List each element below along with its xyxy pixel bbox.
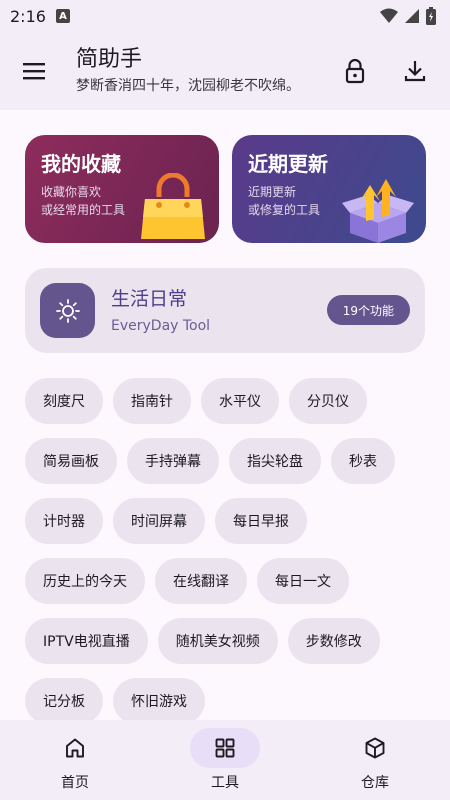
tool-chip[interactable]: 指南针 bbox=[113, 378, 191, 424]
tool-chip[interactable]: 计时器 bbox=[25, 498, 103, 544]
tool-chip[interactable]: 随机美女视频 bbox=[157, 618, 278, 664]
nav-repository[interactable]: 仓库 bbox=[300, 720, 450, 800]
nav-home-label: 首页 bbox=[61, 775, 89, 791]
tool-chip[interactable]: 在线翻译 bbox=[155, 558, 247, 604]
tool-chip[interactable]: IPTV电视直播 bbox=[25, 618, 148, 664]
tool-chip[interactable]: 怀旧游戏 bbox=[113, 678, 205, 724]
tool-chip[interactable]: 时间屏幕 bbox=[113, 498, 205, 544]
tool-chip-list: 刻度尺 指南针 水平仪 分贝仪 简易画板 手持弹幕 指尖轮盘 秒表 计时器 时间… bbox=[25, 378, 435, 724]
battery-icon bbox=[426, 7, 436, 25]
feature-count-badge: 19个功能 bbox=[326, 295, 410, 325]
tool-chip[interactable]: 历史上的今天 bbox=[25, 558, 145, 604]
download-icon bbox=[404, 61, 426, 82]
title-block: 简助手 梦断香消四十年，沈园柳老不吹绵。 bbox=[76, 46, 300, 96]
cube-icon bbox=[365, 737, 385, 759]
category-title: 生活日常 bbox=[111, 288, 188, 310]
category-icon-box bbox=[40, 283, 95, 338]
nav-tools-indicator bbox=[190, 728, 260, 768]
tool-chip[interactable]: 简易画板 bbox=[25, 438, 117, 484]
grid-icon bbox=[215, 738, 235, 758]
app-bar: 简助手 梦断香消四十年，沈园柳老不吹绵。 bbox=[0, 32, 450, 110]
menu-button[interactable] bbox=[20, 58, 50, 84]
shopping-bag-icon bbox=[141, 173, 205, 239]
lock-icon bbox=[345, 58, 365, 84]
tool-chip[interactable]: 分贝仪 bbox=[289, 378, 367, 424]
box-arrows-icon bbox=[342, 179, 414, 243]
tool-chip[interactable]: 记分板 bbox=[25, 678, 103, 724]
tool-chip[interactable]: 每日一文 bbox=[257, 558, 349, 604]
category-subtitle: EveryDay Tool bbox=[111, 318, 211, 334]
nav-tools-label: 工具 bbox=[211, 775, 239, 791]
updates-card[interactable]: 近期更新 近期更新 或修复的工具 bbox=[232, 135, 426, 243]
lock-button[interactable] bbox=[340, 56, 370, 86]
nav-home[interactable]: 首页 bbox=[0, 720, 150, 800]
wifi-icon bbox=[380, 8, 398, 23]
tool-chip[interactable]: 手持弹幕 bbox=[127, 438, 219, 484]
favorites-card[interactable]: 我的收藏 收藏你喜欢 或经常用的工具 bbox=[25, 135, 219, 243]
nav-tools[interactable]: 工具 bbox=[150, 720, 300, 800]
status-icons bbox=[380, 7, 436, 25]
app-subtitle: 梦断香消四十年，沈园柳老不吹绵。 bbox=[76, 78, 300, 94]
updates-card-title: 近期更新 bbox=[248, 152, 328, 176]
status-time: 2:16 bbox=[10, 6, 46, 26]
favorites-card-desc: 收藏你喜欢 或经常用的工具 bbox=[41, 185, 126, 217]
nav-repository-indicator bbox=[340, 728, 410, 768]
tool-chip[interactable]: 指尖轮盘 bbox=[229, 438, 321, 484]
download-button[interactable] bbox=[400, 56, 430, 86]
menu-icon bbox=[23, 63, 45, 80]
tool-chip[interactable]: 水平仪 bbox=[201, 378, 279, 424]
tool-chip[interactable]: 刻度尺 bbox=[25, 378, 103, 424]
notification-a-icon: A bbox=[55, 9, 70, 23]
home-icon bbox=[66, 738, 84, 758]
sun-icon bbox=[55, 298, 80, 323]
bottom-nav: 首页 工具 仓库 bbox=[0, 720, 450, 800]
signal-icon bbox=[405, 9, 419, 23]
tool-chip[interactable]: 每日早报 bbox=[215, 498, 307, 544]
app-title: 简助手 bbox=[76, 47, 143, 72]
category-banner[interactable]: 生活日常 EveryDay Tool 19个功能 bbox=[25, 268, 425, 353]
nav-home-indicator bbox=[40, 728, 110, 768]
status-bar: 2:16 A bbox=[0, 0, 450, 32]
nav-repository-label: 仓库 bbox=[361, 775, 389, 791]
tool-chip[interactable]: 步数修改 bbox=[287, 618, 380, 664]
tool-chip[interactable]: 秒表 bbox=[331, 438, 395, 484]
